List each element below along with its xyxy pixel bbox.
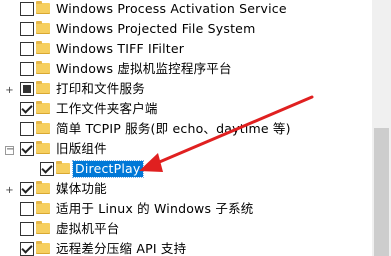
- checkbox[interactable]: [20, 42, 34, 56]
- folder-icon: [36, 121, 50, 134]
- expand-icon[interactable]: +: [5, 186, 14, 196]
- tree-item-label: 打印和文件服务: [56, 81, 145, 96]
- checkbox[interactable]: [20, 142, 34, 156]
- tree-item-windows-tiff-ifilter[interactable]: Windows TIFF IFilter: [0, 40, 372, 60]
- folder-icon: [56, 161, 70, 174]
- checkbox[interactable]: [20, 2, 34, 16]
- folder-icon: [36, 181, 50, 194]
- tree-item-label: 媒体功能: [56, 181, 107, 196]
- folder-icon: [36, 221, 50, 234]
- folder-icon: [36, 241, 50, 254]
- folder-icon: [36, 81, 50, 94]
- collapse-icon[interactable]: −: [5, 145, 14, 155]
- folder-icon: [36, 21, 50, 34]
- tree-item-label: 工作文件夹客户端: [56, 101, 158, 116]
- tree-item-media-features[interactable]: + 媒体功能: [0, 180, 372, 200]
- tree-item-label: 旧版组件: [56, 141, 107, 156]
- scrollbar-thumb[interactable]: [374, 128, 389, 256]
- tree-item-directplay[interactable]: DirectPlay: [0, 160, 372, 180]
- folder-icon: [36, 101, 50, 114]
- tree-item-label: Windows Process Activation Service: [56, 1, 287, 16]
- tree-item-windows-process-activation-service[interactable]: Windows Process Activation Service: [0, 0, 372, 20]
- tree-item-windows-projected-file-system[interactable]: Windows Projected File System: [0, 20, 372, 40]
- checkbox[interactable]: [20, 182, 34, 196]
- checkbox[interactable]: [20, 102, 34, 116]
- checkbox[interactable]: [20, 22, 34, 36]
- folder-icon: [36, 61, 50, 74]
- tree-item-virtual-machine-platform[interactable]: 虚拟机平台: [0, 220, 372, 240]
- checkbox[interactable]: [20, 82, 34, 96]
- checkbox[interactable]: [20, 62, 34, 76]
- tree-item-remote-differential-compression[interactable]: 远程差分压缩 API 支持: [0, 240, 372, 256]
- tree-item-label: 适用于 Linux 的 Windows 子系统: [56, 201, 254, 216]
- tree-item-label: 虚拟机平台: [56, 221, 120, 236]
- tree-item-wsl[interactable]: 适用于 Linux 的 Windows 子系统: [0, 200, 372, 220]
- checkbox[interactable]: [20, 242, 34, 256]
- folder-icon: [36, 41, 50, 54]
- tree-item-label: Windows Projected File System: [56, 21, 256, 36]
- windows-features-tree: Windows Process Activation Service Windo…: [0, 0, 372, 256]
- tree-item-label: 简单 TCPIP 服务(即 echo、daytime 等): [56, 121, 291, 136]
- folder-icon: [36, 1, 50, 14]
- tree-item-label: 远程差分压缩 API 支持: [56, 241, 187, 256]
- tree-item-legacy-components[interactable]: − 旧版组件: [0, 140, 372, 160]
- tree-item-simple-tcpip-services[interactable]: 简单 TCPIP 服务(即 echo、daytime 等): [0, 120, 372, 140]
- folder-icon: [36, 201, 50, 214]
- tree-item-label: Windows 虚拟机监控程序平台: [56, 61, 232, 76]
- vertical-scrollbar[interactable]: [372, 0, 391, 256]
- checkbox[interactable]: [20, 122, 34, 136]
- tree-item-print-and-file-services[interactable]: + 打印和文件服务: [0, 80, 372, 100]
- checkbox[interactable]: [20, 222, 34, 236]
- checkbox[interactable]: [40, 162, 54, 176]
- tree-item-work-folders-client[interactable]: 工作文件夹客户端: [0, 100, 372, 120]
- folder-icon: [36, 141, 50, 154]
- tree-item-label: DirectPlay: [72, 160, 144, 178]
- expand-icon[interactable]: +: [5, 86, 14, 96]
- tree-item-hypervisor-platform[interactable]: Windows 虚拟机监控程序平台: [0, 60, 372, 80]
- checkbox[interactable]: [20, 202, 34, 216]
- tree-item-label: Windows TIFF IFilter: [56, 41, 185, 56]
